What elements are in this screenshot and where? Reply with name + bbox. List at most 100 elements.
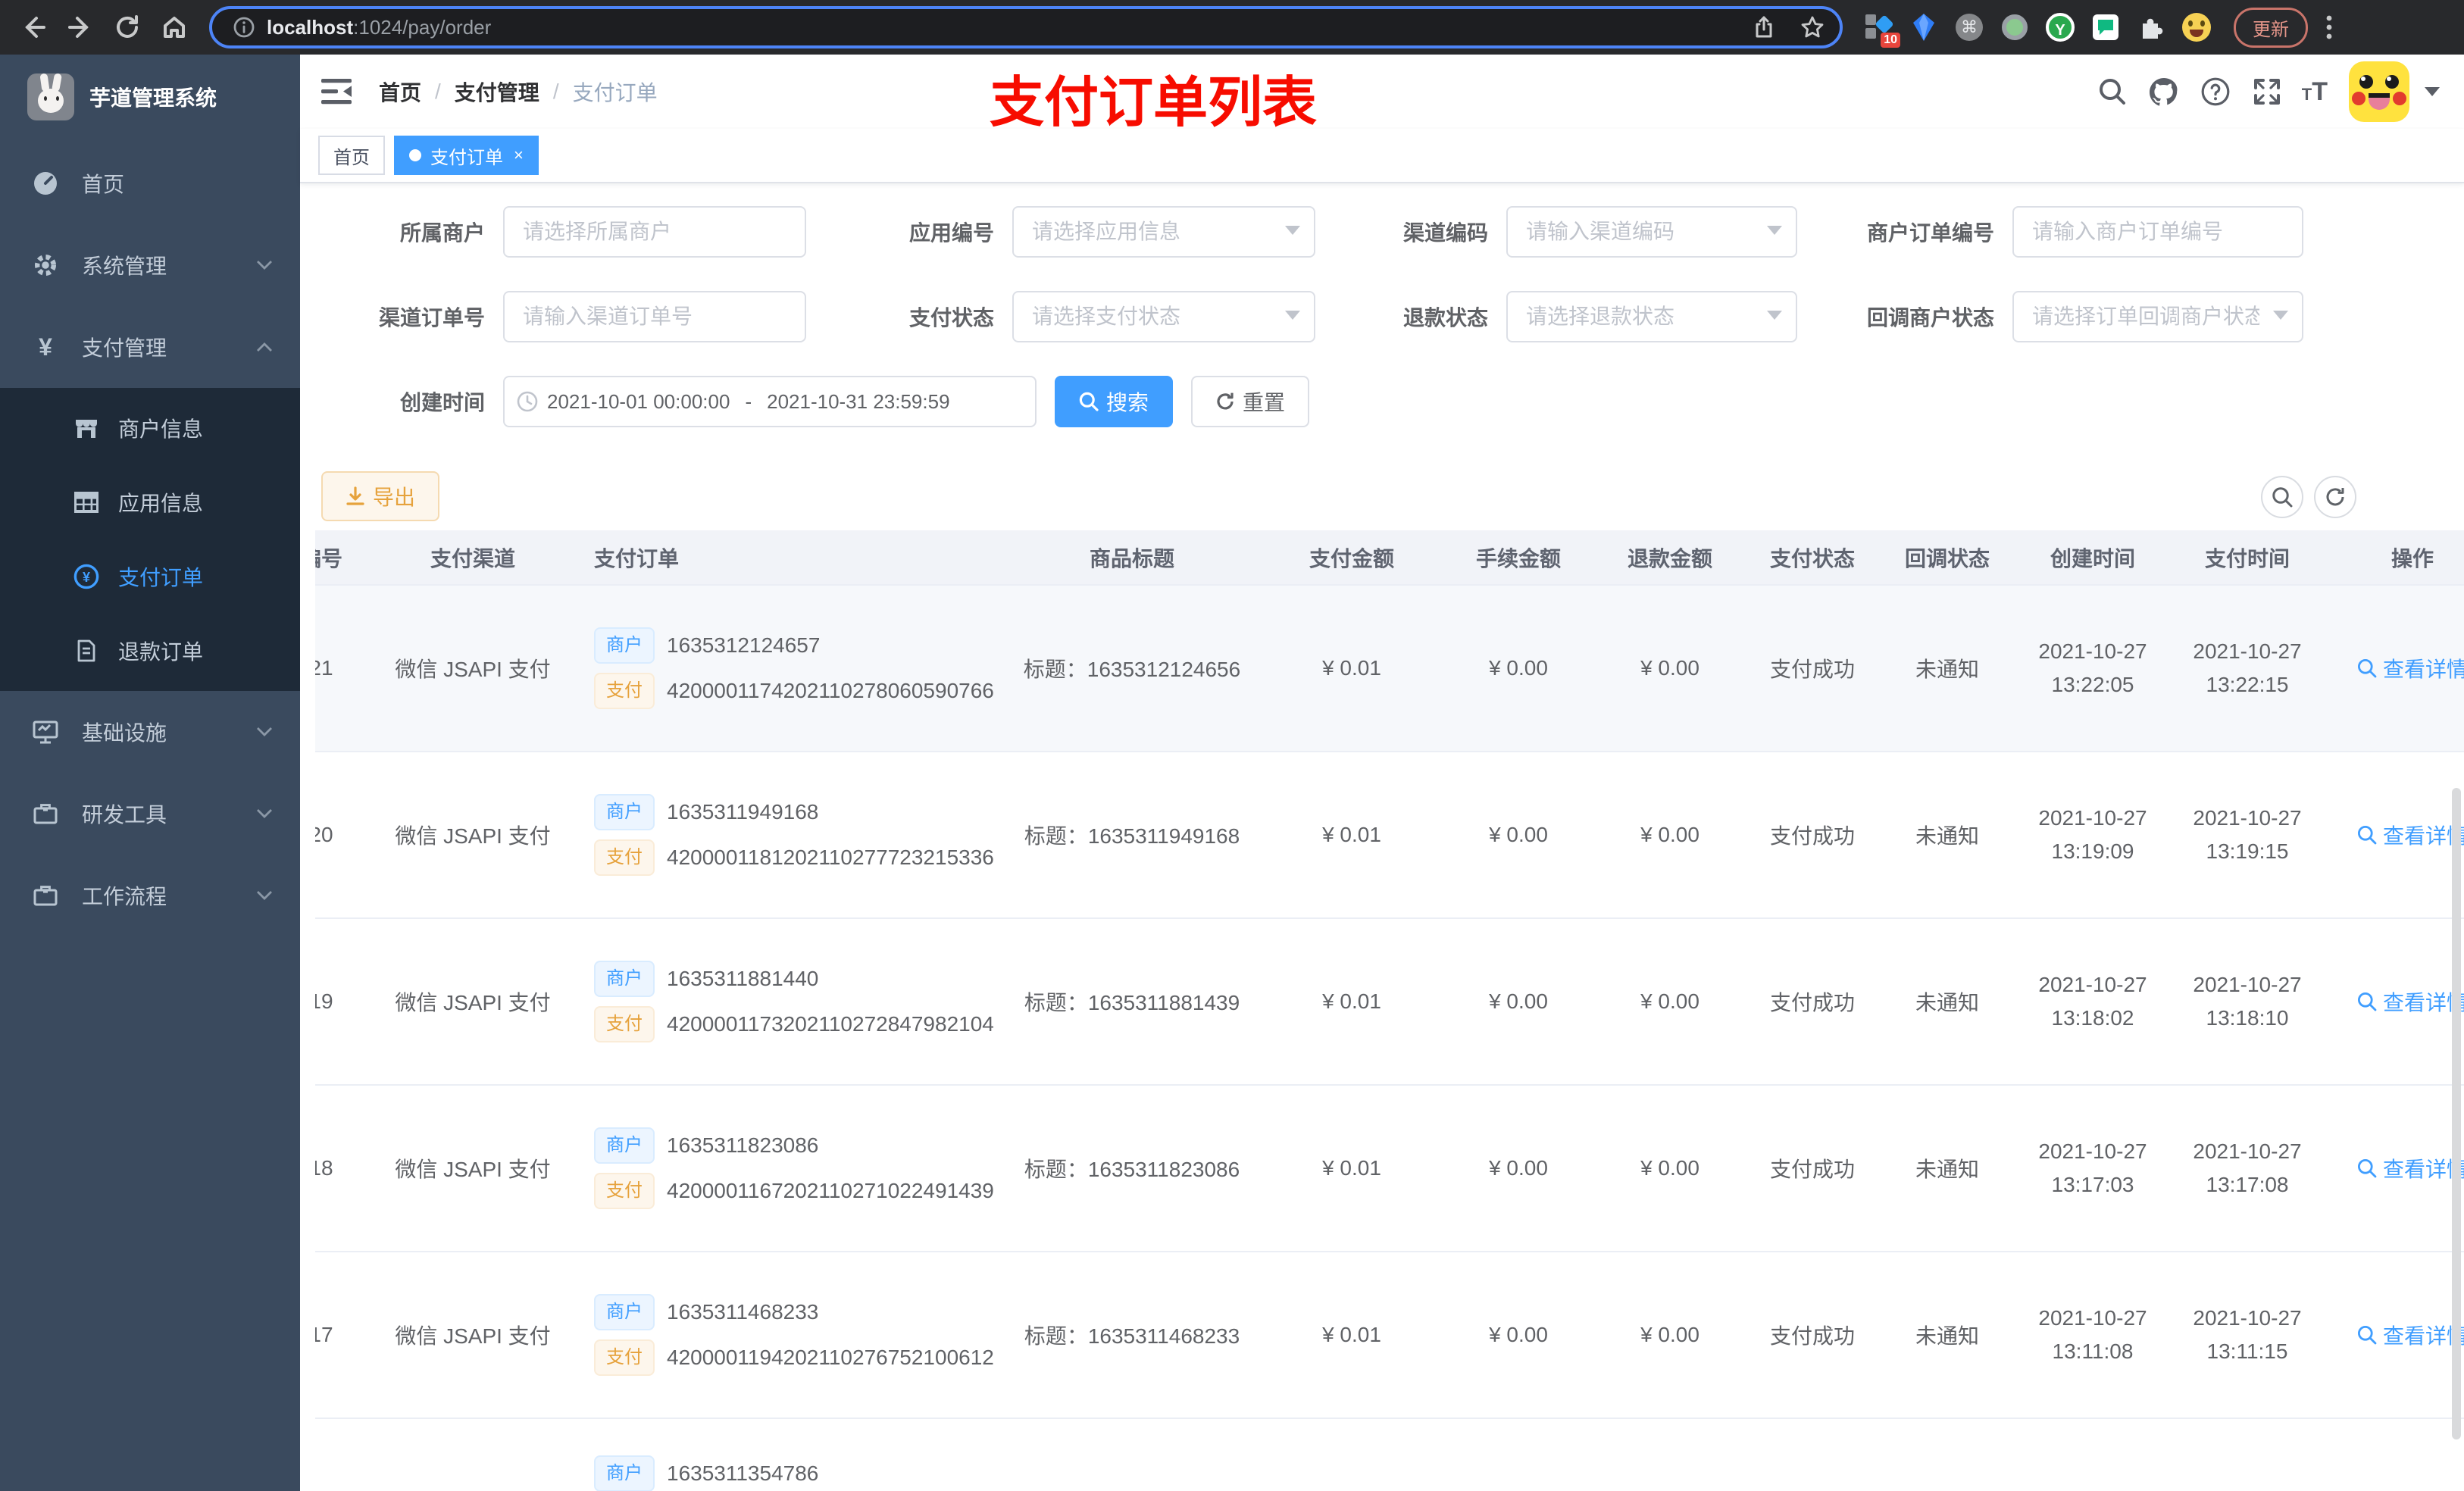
page-scrollbar[interactable] (2452, 788, 2461, 1439)
view-detail-link[interactable]: 查看详情 (2357, 1153, 2464, 1183)
home-icon[interactable] (161, 14, 188, 41)
merchant-order-no: 1635311881440 (667, 967, 819, 990)
filter-form: 所属商户 应用编号 渠道编码 商户订单编号 (315, 206, 2443, 461)
user-menu-caret-icon[interactable] (2425, 87, 2440, 96)
pay-status-select[interactable] (1012, 291, 1315, 342)
chevron-down-icon (256, 727, 273, 737)
date-range-picker[interactable]: 2021-10-01 00:00:00 - 2021-10-31 23:59:5… (503, 376, 1037, 427)
font-size-icon[interactable]: TT (2302, 77, 2328, 107)
gem-extension-icon[interactable] (1909, 13, 1938, 42)
tab-pay-order[interactable]: 支付订单 × (394, 136, 539, 175)
sidebar-item-pay-order[interactable]: ¥ 支付订单 (0, 539, 300, 614)
view-detail-link[interactable]: 查看详情 (2357, 820, 2464, 850)
reload-icon[interactable] (114, 14, 141, 41)
sidebar-item-workflow[interactable]: 工作流程 (0, 855, 300, 936)
merchant-order-no-input[interactable] (2012, 206, 2303, 258)
url-text: localhost:1024/pay/order (267, 16, 491, 39)
yen-circle-icon: ¥ (73, 564, 100, 589)
bookmark-star-icon[interactable] (1800, 15, 1825, 39)
sidebar-item-label: 研发工具 (82, 803, 167, 827)
url-bar[interactable]: localhost:1024/pay/order (209, 6, 1843, 48)
refund-status-select[interactable] (1506, 291, 1797, 342)
show-search-toggle-button[interactable] (2261, 476, 2303, 518)
cell-title: 标题：1635311881439 (1003, 918, 1261, 1086)
sidebar-toggle-icon[interactable] (321, 79, 352, 105)
fullscreen-icon[interactable] (2250, 75, 2284, 108)
breadcrumb-pay-manage[interactable]: 支付管理 (455, 77, 539, 107)
sidebar-item-label: 工作流程 (82, 885, 167, 908)
col-amount: 支付金额 (1261, 530, 1443, 586)
view-detail-link[interactable]: 查看详情 (2357, 986, 2464, 1017)
active-dot (409, 149, 421, 161)
channel-order-no-input[interactable] (503, 291, 806, 342)
emoji-profile-icon[interactable] (2182, 13, 2211, 42)
sidebar-item-dev-tools[interactable]: 研发工具 (0, 773, 300, 855)
puzzle-extensions-icon[interactable] (2137, 13, 2165, 42)
pay-tag: 支付 (594, 1006, 655, 1042)
pay-tag: 支付 (594, 839, 655, 876)
close-tab-icon[interactable]: × (514, 147, 524, 164)
filter-refund-status: 退款状态 (1315, 291, 1809, 342)
site-info-icon[interactable] (233, 17, 255, 38)
cell-id: 20 (315, 752, 367, 919)
sidebar-item-system[interactable]: 系统管理 (0, 224, 300, 306)
sidebar-item-label: 基础设施 (82, 721, 167, 745)
channel-code-select[interactable] (1506, 206, 1797, 258)
cell-channel: 微信 JSAPI 支付 (367, 752, 579, 919)
reset-button[interactable]: 重置 (1191, 376, 1310, 427)
refresh-table-button[interactable] (2314, 476, 2356, 518)
tab-home[interactable]: 首页 (318, 136, 385, 175)
document-icon (73, 639, 100, 663)
export-button[interactable]: 导出 (321, 471, 440, 521)
cell-title: 标题：1635311823086 (1003, 1085, 1261, 1252)
yen-icon: ¥ (39, 333, 52, 361)
share-icon[interactable] (1752, 15, 1776, 39)
command-extension-icon[interactable]: ⌘ (1955, 13, 1984, 42)
gear-icon (30, 252, 61, 279)
logo-avatar (27, 73, 74, 120)
sidebar-item-app-info[interactable]: 应用信息 (0, 465, 300, 539)
breadcrumb-home[interactable]: 首页 (379, 77, 421, 107)
chrome-update-button[interactable]: 更新 (2234, 7, 2308, 48)
view-detail-link[interactable]: 查看详情 (2357, 653, 2464, 683)
cell-create-time: 2021-10-27 13:22:05 (2015, 585, 2170, 752)
cell-create-time: 2021-10-27 13:11:08 (2015, 1252, 2170, 1419)
forward-icon[interactable] (67, 14, 94, 41)
cell-pay-time: 2021-10-27 13:22:15 (2170, 585, 2325, 752)
extension-badge: 10 (1881, 33, 1900, 48)
cell-pay-order: 商户 1635311881440 支付 4200001173202110272847… (579, 918, 1003, 1086)
chat-extension-icon[interactable] (2091, 13, 2120, 42)
y-extension-icon[interactable]: Y (2046, 13, 2075, 42)
view-detail-link[interactable]: 查看详情 (2357, 1320, 2464, 1350)
search-icon[interactable] (2096, 75, 2129, 108)
cell-pay-order: 商户 1635311949168 支付 4200001181202110277723… (579, 752, 1003, 919)
cell-amount: ¥ 0.01 (1261, 918, 1443, 1086)
search-button[interactable]: 搜索 (1055, 376, 1174, 427)
app-select[interactable] (1012, 206, 1315, 258)
sidebar-item-home[interactable]: 首页 (0, 142, 300, 224)
github-icon[interactable] (2147, 75, 2181, 108)
sidebar-item-merchant-info[interactable]: 商户信息 (0, 391, 300, 465)
user-avatar[interactable] (2349, 61, 2409, 122)
merchant-tag: 商户 (594, 627, 655, 664)
sidebar-item-infra[interactable]: 基础设施 (0, 691, 300, 773)
extensions-strip: 10 ⌘ Y (1864, 13, 2228, 48)
sidebar-item-payment[interactable]: ¥ 支付管理 (0, 306, 300, 388)
sidebar: 芋道管理系统 首页 系统管理 ¥ 支付管理 商户信息 应用信息 ¥ 支付订单 退… (0, 55, 300, 1491)
merchant-input[interactable] (503, 206, 806, 258)
sidebar-menu: 首页 系统管理 ¥ 支付管理 商户信息 应用信息 ¥ 支付订单 退款订单 基础设… (0, 142, 300, 936)
merchant-tag: 商户 (594, 1127, 655, 1164)
sidebar-item-refund-order[interactable]: 退款订单 (0, 614, 300, 688)
clock-icon (517, 391, 538, 412)
tampermonkey-extension-icon[interactable]: 10 (1864, 13, 1900, 48)
app-logo[interactable]: 芋道管理系统 (0, 55, 300, 139)
notify-status-select[interactable] (2012, 291, 2303, 342)
browser-chrome: localhost:1024/pay/order 10 ⌘ Y 更新 (0, 0, 2464, 55)
filter-label: 支付状态 (908, 306, 994, 330)
col-pay-time: 支付时间 (2170, 530, 2325, 586)
dot-extension-icon[interactable] (2000, 13, 2029, 42)
help-icon[interactable] (2199, 75, 2232, 108)
back-icon[interactable] (20, 14, 47, 41)
chrome-menu-icon[interactable] (2326, 15, 2332, 39)
col-create-time: 创建时间 (2015, 530, 2170, 586)
